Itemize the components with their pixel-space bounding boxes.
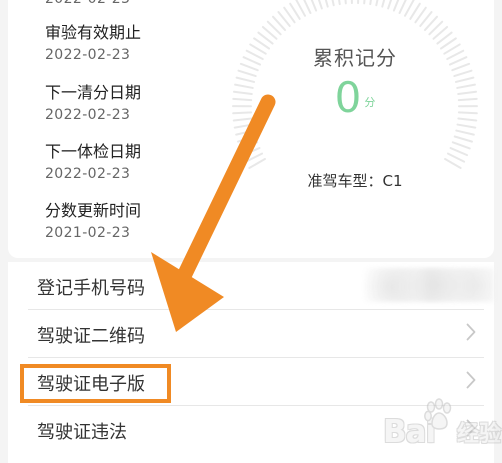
gauge-tick: [248, 158, 266, 169]
chevron-right-icon: [466, 371, 476, 389]
next-checkup-date-label: 下一体检日期: [45, 142, 142, 161]
gauge-tick: [310, 0, 318, 12]
gauge-tick: [295, 0, 307, 17]
gauge-tick: [303, 0, 312, 15]
gauge-tick: [455, 129, 475, 136]
license-class-text: 准驾车型：C1: [307, 172, 403, 190]
gauge-tick: [387, 0, 393, 10]
score-gauge: 累积记分 0分 准驾车型：C1: [230, 0, 480, 232]
gauge-tick: [324, 0, 329, 8]
gauge-tick: [456, 123, 477, 129]
partial-top-date: 2022-02-23: [45, 0, 130, 7]
gauge-tick: [241, 147, 261, 157]
score-unit: 分: [364, 96, 376, 109]
gauge-tick: [449, 147, 469, 157]
license-actions-list: 登记手机号码 驾驶证二维码 驾驶证电子版 驾驶证违法: [8, 262, 494, 463]
gauge-tick: [451, 141, 471, 150]
gauge-tick: [363, 0, 366, 5]
gauge-tick: [233, 123, 254, 129]
score-updated-time-value: 2021-02-23: [45, 225, 131, 241]
gauge-tick: [381, 0, 386, 8]
next-checkup-date-block: 下一体检日期 2022-02-23: [45, 141, 141, 184]
gauge-tick: [453, 135, 473, 143]
gauge-tick: [350, 0, 353, 5]
gauge-tick: [446, 152, 466, 163]
list-item-license-violations[interactable]: 驾驶证违法: [8, 406, 494, 454]
gauge-tick: [244, 152, 264, 163]
gauge-tick: [235, 129, 255, 136]
gauge-tick: [403, 0, 415, 17]
next-clear-date-value: 2022-02-23: [45, 107, 131, 123]
gauge-tick: [237, 135, 257, 143]
blurred-phone-value: [364, 268, 494, 302]
gauge-tick: [338, 0, 341, 6]
gauge-tick: [392, 0, 400, 12]
next-checkup-date-value: 2022-02-23: [45, 166, 131, 182]
gauge-tick: [331, 0, 335, 7]
gauge-tick: [317, 0, 323, 10]
chevron-right-icon: [466, 323, 476, 341]
gauge-tick: [357, 0, 360, 5]
score-title: 累积记分: [313, 46, 397, 70]
score-value: 0: [334, 73, 362, 122]
score-updated-time-label: 分数更新时间: [45, 201, 142, 220]
gauge-tick: [239, 141, 259, 150]
next-clear-date-label: 下一清分日期: [45, 83, 142, 102]
gauge-tick: [369, 0, 372, 6]
next-clear-date-block: 下一清分日期 2022-02-23: [45, 82, 141, 125]
list-item-label: 驾驶证违法: [37, 422, 127, 443]
driver-summary-card: 2022-02-23 审验有效期止 2022-02-23 下一清分日期 2022…: [8, 0, 494, 258]
review-expiry-block: 审验有效期止 2022-02-23: [45, 22, 141, 65]
gauge-tick: [375, 0, 379, 7]
list-item-label: 驾驶证二维码: [37, 326, 145, 347]
gauge-tick: [444, 158, 462, 169]
list-item-license-qr-code[interactable]: 驾驶证二维码: [8, 310, 494, 358]
highlight-box-electronic-license: [20, 364, 171, 403]
gauge-tick: [344, 0, 347, 5]
list-item-registered-phone[interactable]: 登记手机号码: [8, 262, 494, 310]
review-expiry-value: 2022-02-23: [45, 47, 131, 63]
score-value-wrap: 0分: [230, 74, 480, 122]
screen-root: 2022-02-23 审验有效期止 2022-02-23 下一清分日期 2022…: [0, 0, 502, 463]
review-expiry-label: 审验有效期止: [45, 23, 142, 42]
chevron-right-icon: [466, 419, 476, 437]
gauge-tick: [398, 0, 407, 15]
score-updated-time-block: 分数更新时间 2021-02-23: [45, 200, 141, 243]
list-item-label: 登记手机号码: [37, 278, 145, 299]
